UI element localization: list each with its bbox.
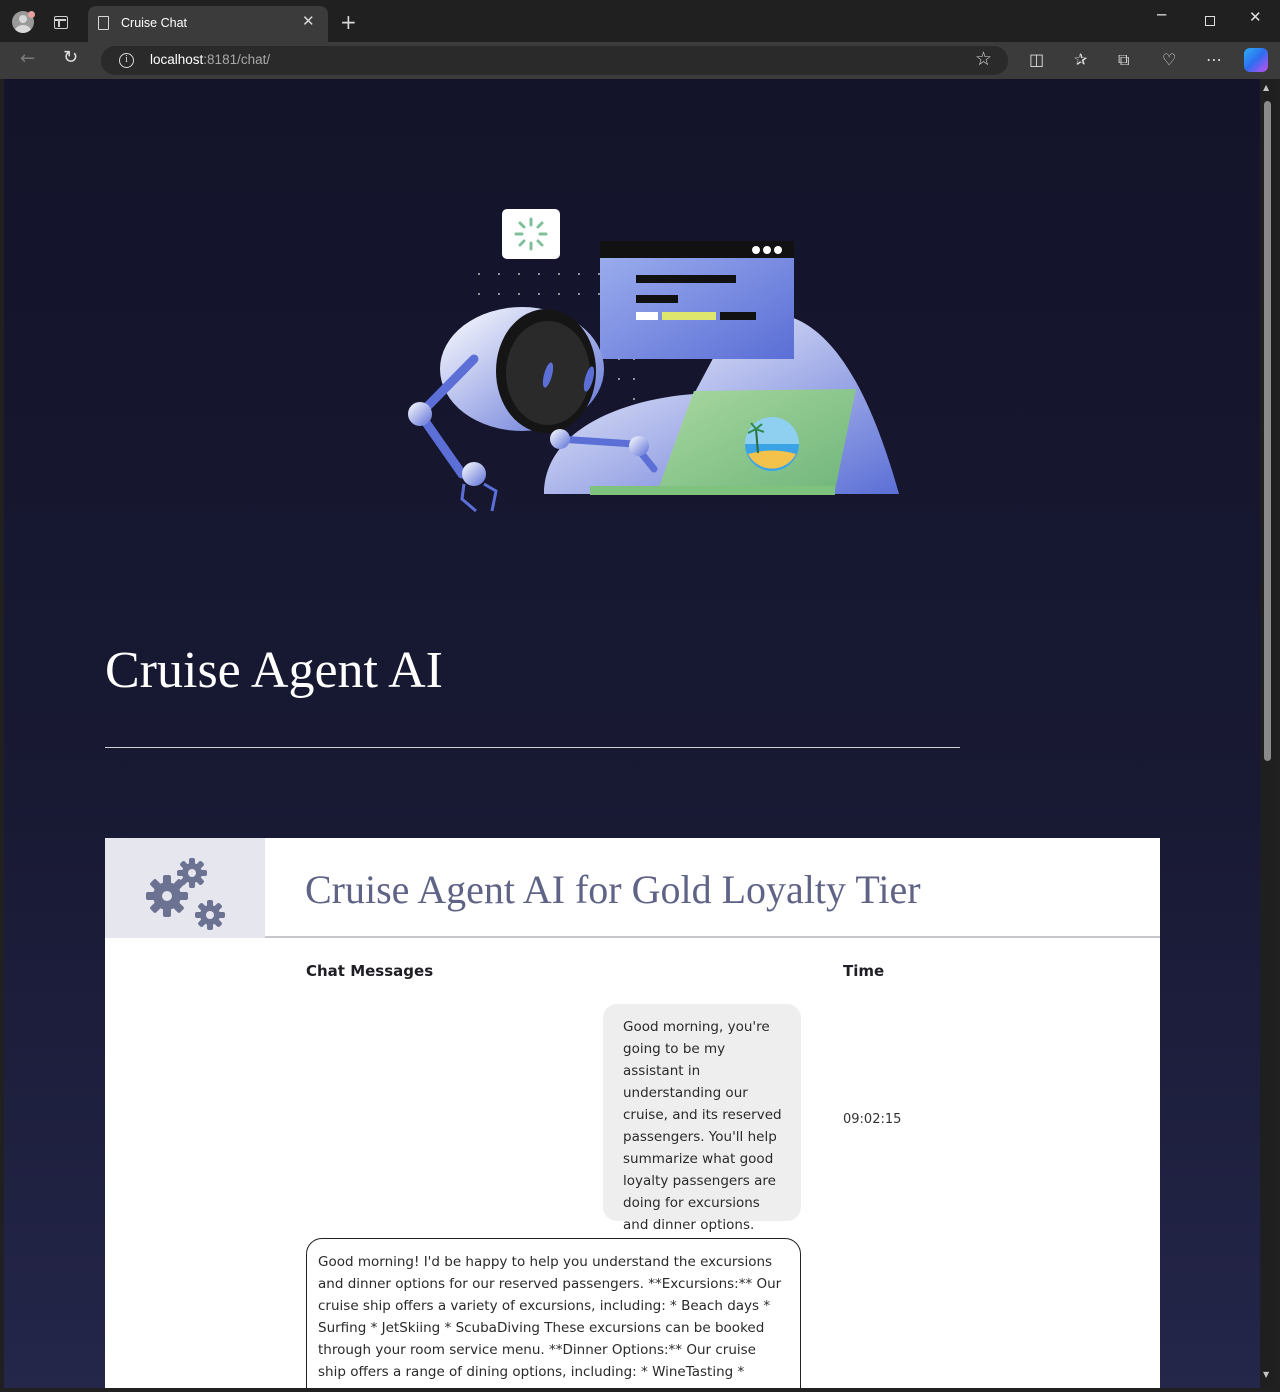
column-header-time: Time [843, 962, 885, 980]
address-bar[interactable]: i localhost:8181/chat/ ☆ [101, 46, 1008, 75]
scroll-up-arrow-icon[interactable]: ▲ [1263, 83, 1269, 92]
robot-laptop-illustration [408, 209, 899, 513]
scrollbar-thumb[interactable] [1264, 101, 1271, 761]
favorite-star-icon[interactable]: ☆ [975, 48, 992, 70]
more-options-icon[interactable]: ⋯ [1206, 50, 1222, 69]
tab-close-icon[interactable]: ✕ [302, 12, 315, 30]
heading-divider [105, 747, 960, 748]
browser-toolbar: ← ↻ i localhost:8181/chat/ ☆ ◫ ✰ ⧉ ♡ ⋯ [0, 42, 1280, 79]
maximize-icon[interactable] [1205, 16, 1215, 26]
page-content: Cruise Agent AI Cruise Agent AI for Gold… [4, 79, 1260, 1388]
site-info-icon[interactable]: i [119, 53, 134, 68]
chat-card-header: Cruise Agent AI for Gold Loyalty Tier [105, 838, 1160, 938]
new-tab-plus-icon[interactable]: + [340, 10, 357, 34]
user-message-bubble: Good morning, you're going to be my assi… [603, 1004, 801, 1233]
favorites-icon[interactable]: ✰ [1074, 50, 1087, 69]
browser-titlebar: Cruise Chat ✕ + ─ ✕ [0, 0, 1280, 42]
page-icon [98, 16, 109, 30]
tab-actions-icon[interactable] [54, 16, 68, 29]
url-host: localhost [150, 52, 204, 67]
split-screen-icon[interactable]: ◫ [1029, 50, 1044, 69]
back-arrow-icon[interactable]: ← [20, 48, 35, 69]
column-header-messages: Chat Messages [306, 962, 434, 980]
gears-icon [146, 858, 225, 930]
scroll-down-arrow-icon[interactable]: ▼ [1263, 1370, 1269, 1379]
url-text[interactable]: localhost:8181/chat/ [150, 52, 270, 67]
assistant-message-bubble: Good morning! I'd be happy to help you u… [306, 1238, 801, 1388]
tab-title: Cruise Chat [121, 16, 187, 30]
page-scrollbar[interactable]: ▲ ▼ [1260, 79, 1276, 1388]
minimize-icon[interactable]: ─ [1157, 6, 1166, 24]
copilot-icon[interactable] [1244, 48, 1268, 72]
window-close-icon[interactable]: ✕ [1249, 8, 1262, 26]
collections-icon[interactable]: ⧉ [1118, 50, 1129, 70]
chat-card: Cruise Agent AI for Gold Loyalty Tier Ch… [105, 838, 1160, 1388]
browser-essentials-icon[interactable]: ♡ [1162, 50, 1176, 69]
reload-icon[interactable]: ↻ [63, 47, 78, 68]
card-title: Cruise Agent AI for Gold Loyalty Tier [305, 867, 921, 912]
profile-status-dot [28, 11, 35, 18]
tab-cruise-chat[interactable]: Cruise Chat ✕ [88, 6, 328, 42]
url-path: :8181/chat/ [203, 52, 271, 67]
page-heading: Cruise Agent AI [105, 642, 443, 699]
message-timestamp: 09:02:15 [843, 1112, 902, 1127]
gears-icon-box [105, 838, 265, 938]
